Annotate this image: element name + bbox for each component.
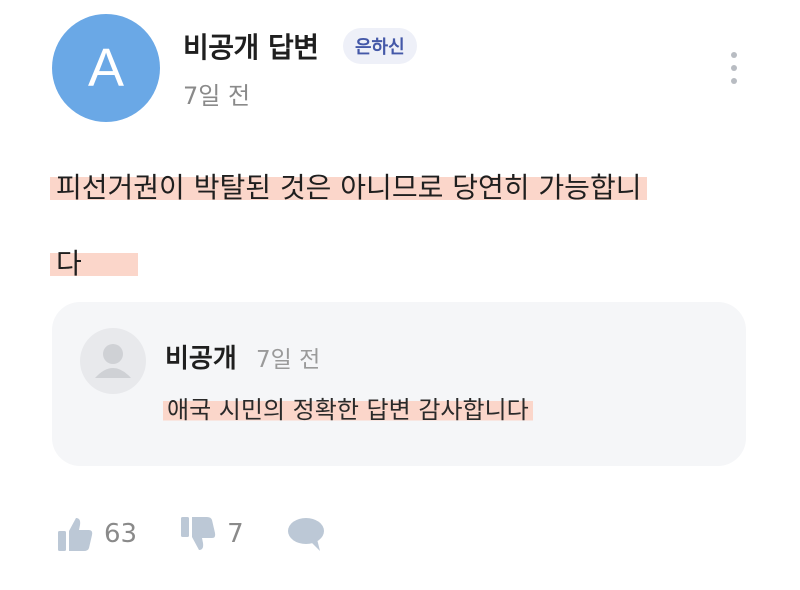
reply-author-name[interactable]: 비공개 bbox=[165, 338, 237, 375]
like-count: 63 bbox=[104, 519, 138, 549]
reply-text-content: 애국 시민의 정확한 답변 감사합니다 bbox=[163, 396, 533, 424]
more-vertical-icon-dot bbox=[731, 65, 737, 71]
thumbs-up-icon bbox=[56, 514, 96, 554]
reply-text: 애국 시민의 정확한 답변 감사합니다 bbox=[163, 390, 533, 430]
thumbs-down-icon bbox=[179, 514, 219, 554]
default-user-icon[interactable] bbox=[80, 328, 146, 394]
reply-card: 비공개 7일 전 애국 시민의 정확한 답변 감사합니다 bbox=[52, 302, 746, 466]
reply-timestamp: 7일 전 bbox=[256, 347, 321, 373]
comment-button[interactable] bbox=[286, 514, 326, 554]
comment-bubble-icon bbox=[286, 514, 326, 554]
author-avatar[interactable]: A bbox=[52, 14, 160, 122]
answer-timestamp: 7일 전 bbox=[183, 82, 251, 110]
author-name[interactable]: 비공개 답변 bbox=[183, 26, 319, 66]
more-vertical-icon-dot bbox=[731, 52, 737, 58]
action-bar: 63 7 bbox=[56, 512, 368, 556]
dislike-button[interactable]: 7 bbox=[179, 514, 244, 554]
more-options-button[interactable] bbox=[722, 48, 746, 88]
author-badge[interactable]: 은하신 bbox=[343, 28, 417, 64]
like-button[interactable]: 63 bbox=[56, 514, 137, 554]
answer-text: 피선거권이 박탈된 것은 아니므로 당연히 가능합니다 bbox=[50, 150, 740, 302]
dislike-count: 7 bbox=[227, 519, 244, 549]
more-vertical-icon-dot bbox=[731, 78, 737, 84]
answer-text-line-2: 다 bbox=[50, 247, 138, 280]
answer-text-line-1: 피선거권이 박탈된 것은 아니므로 당연히 가능합니 bbox=[50, 171, 648, 204]
avatar-letter: A bbox=[87, 38, 125, 98]
